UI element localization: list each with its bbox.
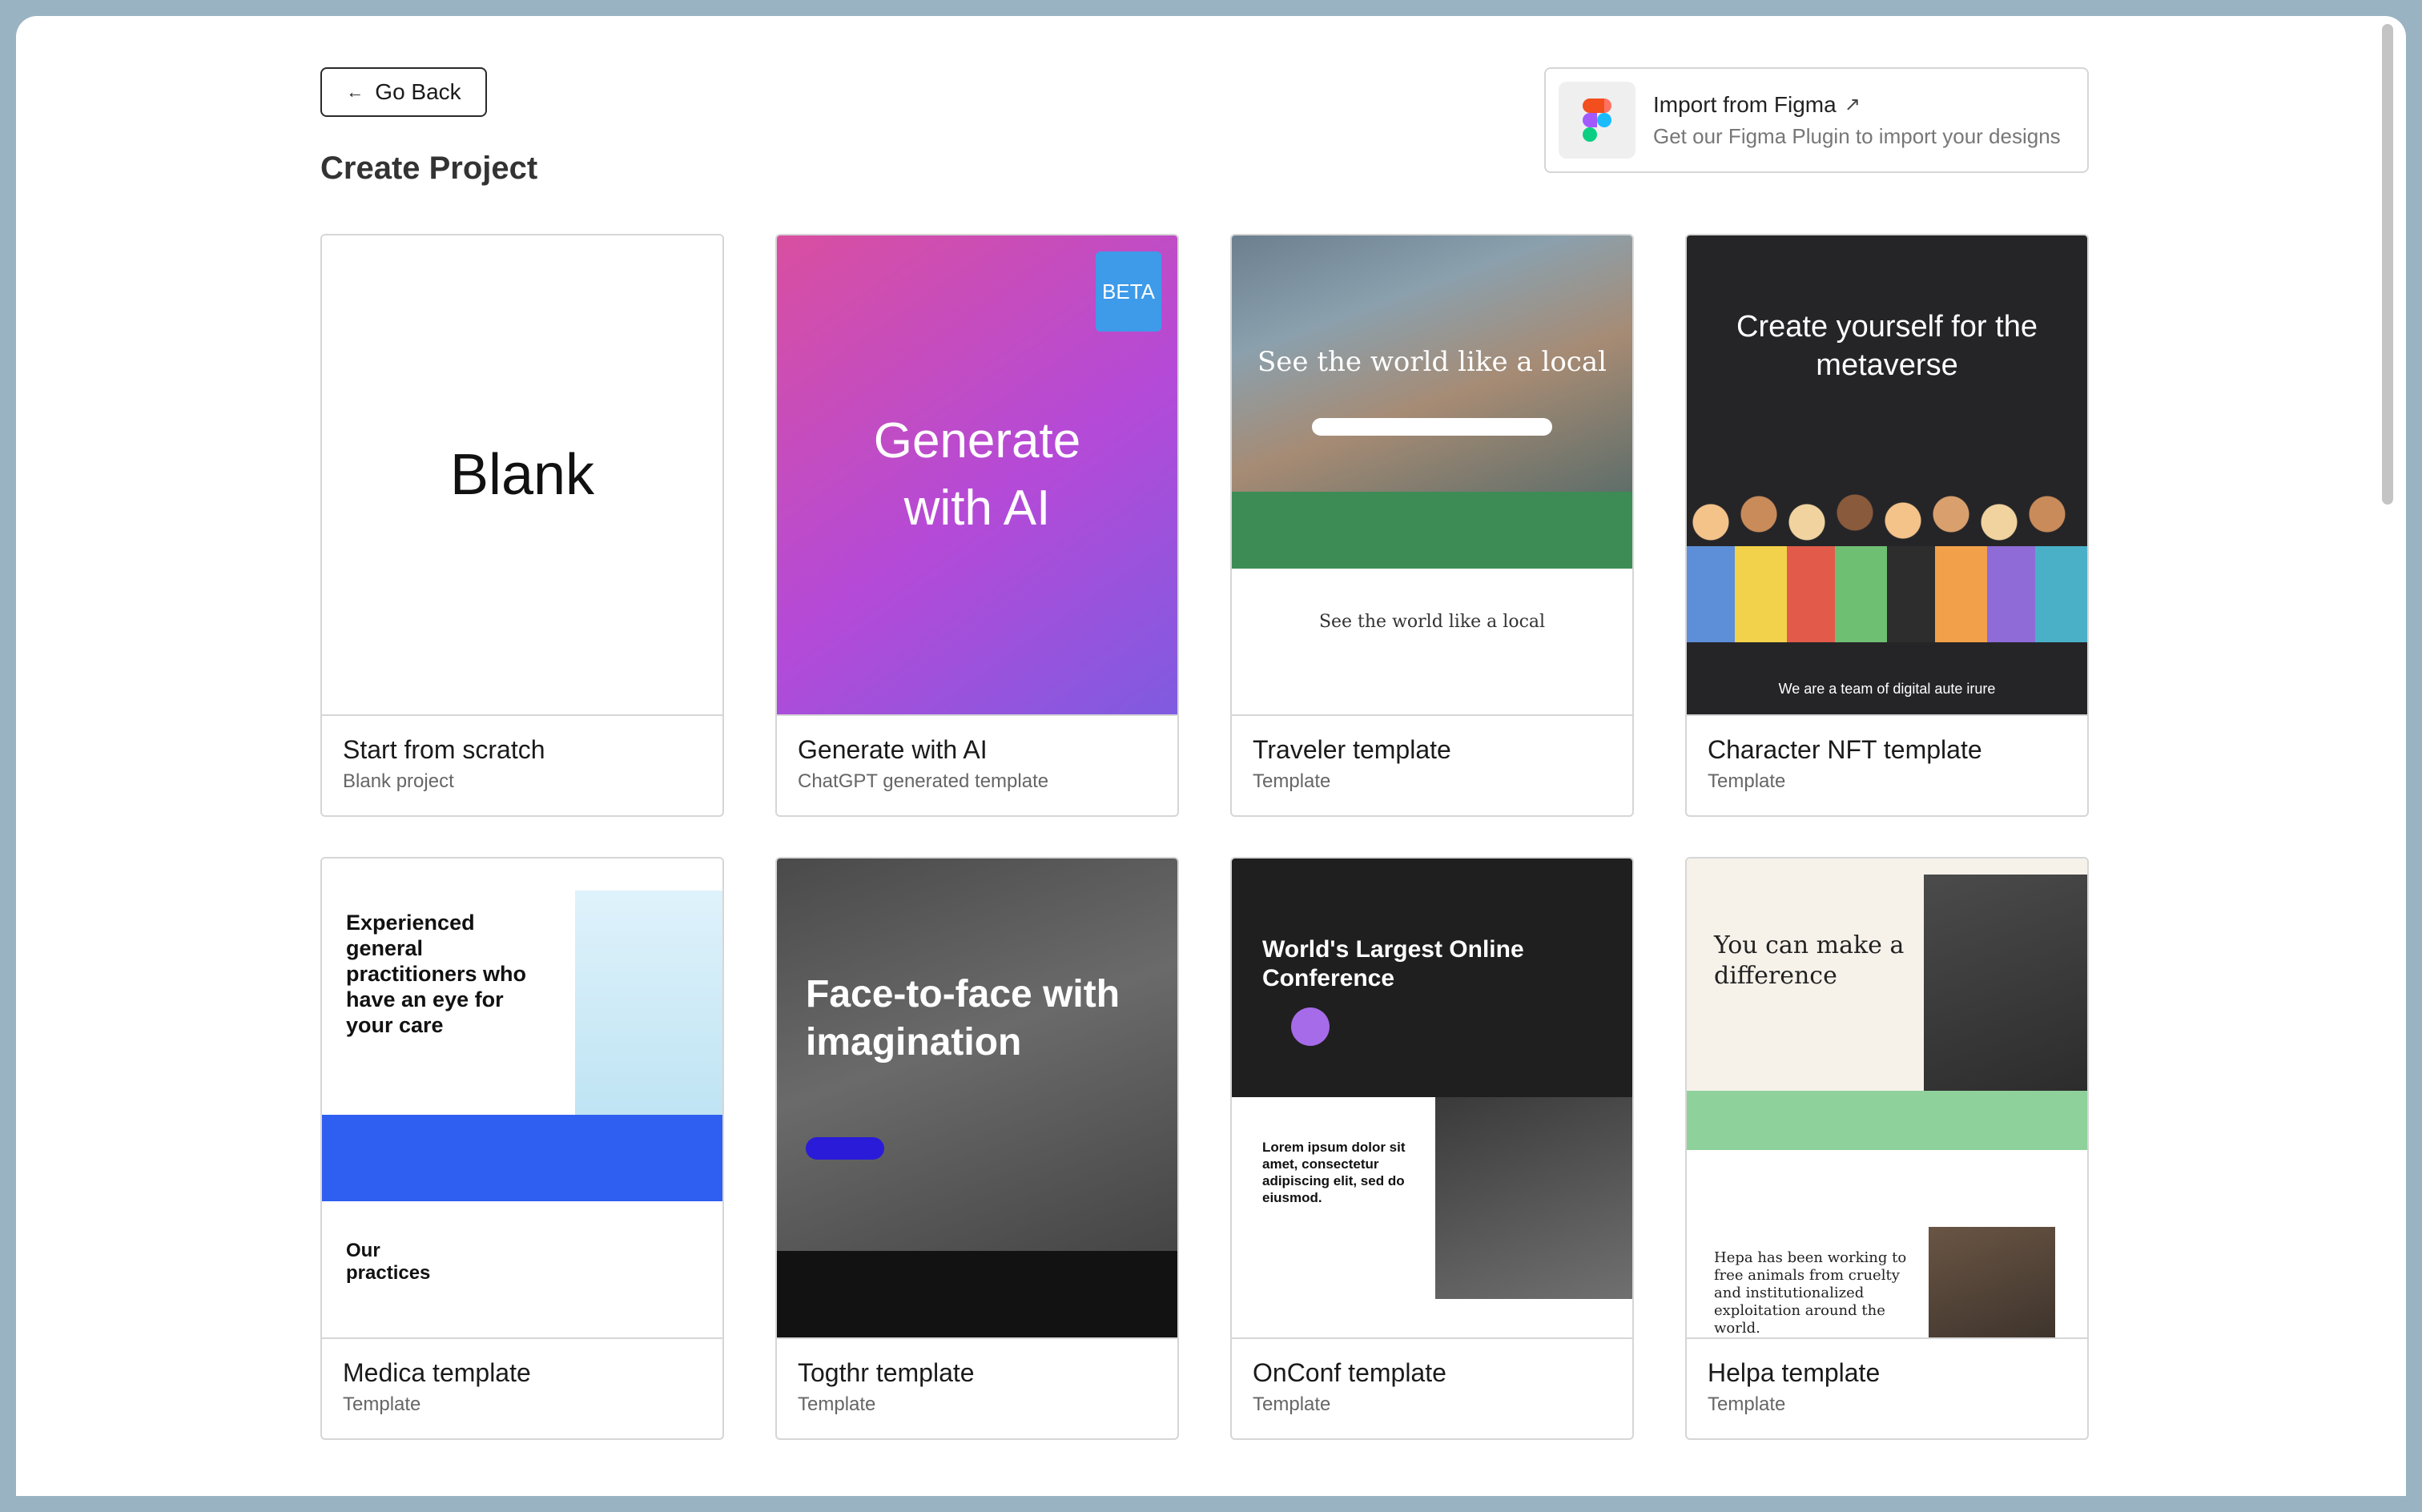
search-bar-preview — [1312, 418, 1552, 436]
thumb-title: Create yourself for the metaverse — [1736, 310, 2038, 382]
template-subtitle: ChatGPT generated template — [798, 770, 1049, 792]
template-subtitle: Template — [343, 1393, 421, 1415]
template-subtitle: Template — [798, 1393, 876, 1415]
template-card-helpa[interactable]: You can make a difference Hepa has been … — [1685, 857, 2089, 1440]
template-thumbnail: Create yourself for the metaverse We are… — [1687, 235, 2087, 716]
template-card-blank[interactable]: Blank Start from scratch Blank project — [320, 234, 724, 817]
features-band — [1232, 492, 1632, 569]
template-card-traveler[interactable]: See the world like a local See the world… — [1230, 234, 1634, 817]
template-name: Medica template — [343, 1358, 531, 1387]
go-back-button[interactable]: ← Go Back — [320, 67, 487, 117]
template-subtitle: Blank project — [343, 770, 454, 792]
template-card-character[interactable]: Create yourself for the metaverse We are… — [1685, 234, 2089, 817]
template-thumbnail: Experienced general practitioners who ha… — [322, 859, 722, 1339]
template-name: Togthr template — [798, 1358, 975, 1387]
thumb-title: Generate with AI — [873, 413, 1081, 536]
register-badge — [1291, 1007, 1330, 1046]
thumb-subtitle: See the world like a local — [1318, 612, 1546, 632]
template-name: Start from scratch — [343, 735, 545, 764]
template-name: Generate with AI — [798, 735, 988, 764]
figma-import-subtitle: Get our Figma Plugin to import your desi… — [1653, 123, 2061, 148]
arrow-left-icon: ← — [346, 82, 364, 102]
template-thumbnail: You can make a difference Hepa has been … — [1687, 859, 2087, 1339]
template-name: Helpa template — [1708, 1358, 1881, 1387]
footer-band — [777, 1251, 1177, 1337]
doctor-photo — [575, 891, 722, 1116]
import-from-figma-button[interactable]: Import from Figma ↗ Get our Figma Plugin… — [1544, 67, 2089, 173]
thumb-title: Blank — [449, 443, 595, 507]
thumb-subtitle: Hepa has been working to free animals fr… — [1714, 1249, 1907, 1337]
template-card-medica[interactable]: Experienced general practitioners who ha… — [320, 857, 724, 1440]
template-subtitle: Template — [1253, 1393, 1331, 1415]
template-name: Character NFT template — [1708, 735, 1982, 764]
hero-photo — [1924, 875, 2087, 1091]
template-thumbnail: World's Largest Online Conference Lorem … — [1232, 859, 1632, 1339]
thumb-title: Experienced general practitioners who ha… — [346, 911, 527, 1037]
scrollbar[interactable] — [2382, 24, 2393, 505]
template-thumbnail: Generate with AI BETA — [777, 235, 1177, 716]
thumb-subtitle: We are a team of digital aute irure — [1778, 681, 1996, 697]
template-card-onconf[interactable]: World's Largest Online Conference Lorem … — [1230, 857, 1634, 1440]
character-crowd-illustration — [1687, 490, 2087, 642]
template-thumbnail: Face-to-face with imagination — [777, 859, 1177, 1339]
external-link-icon: ↗ — [1844, 94, 1861, 115]
template-name: Traveler template — [1253, 735, 1451, 764]
thumb-title: Face-to-face with imagination — [806, 973, 1120, 1064]
template-thumbnail: See the world like a local See the world… — [1232, 235, 1632, 716]
page-title: Create Project — [320, 151, 538, 186]
go-back-label: Go Back — [375, 79, 461, 104]
thumb-subtitle: Our practices — [346, 1240, 431, 1284]
app-window: ← Go Back Create Project Import from Fig… — [16, 16, 2406, 1496]
template-card-togthr[interactable]: Face-to-face with imagination Togthr tem… — [775, 857, 1179, 1440]
features-band — [1687, 1091, 2087, 1150]
figma-logo-icon — [1559, 82, 1635, 159]
template-subtitle: Template — [1708, 1393, 1786, 1415]
template-name: OnConf template — [1253, 1358, 1446, 1387]
template-subtitle: Template — [1253, 770, 1331, 792]
thumb-title: World's Largest Online Conference — [1262, 936, 1524, 991]
template-card-ai[interactable]: Generate with AI BETA Generate with AI C… — [775, 234, 1179, 817]
services-band — [322, 1115, 722, 1201]
figma-import-title: Import from Figma — [1653, 91, 1837, 117]
template-subtitle: Template — [1708, 770, 1786, 792]
template-thumbnail: Blank — [322, 235, 722, 716]
cta-preview — [806, 1137, 884, 1160]
phone-photo — [1435, 1097, 1632, 1299]
beta-badge: BETA — [1096, 251, 1161, 332]
thumb-title: See the world like a local — [1257, 346, 1607, 378]
thumb-title: You can make a difference — [1714, 931, 1905, 990]
thumb-subtitle: Lorem ipsum dolor sit amet, consectetur … — [1262, 1140, 1406, 1205]
volunteer-photo — [1929, 1227, 2055, 1337]
